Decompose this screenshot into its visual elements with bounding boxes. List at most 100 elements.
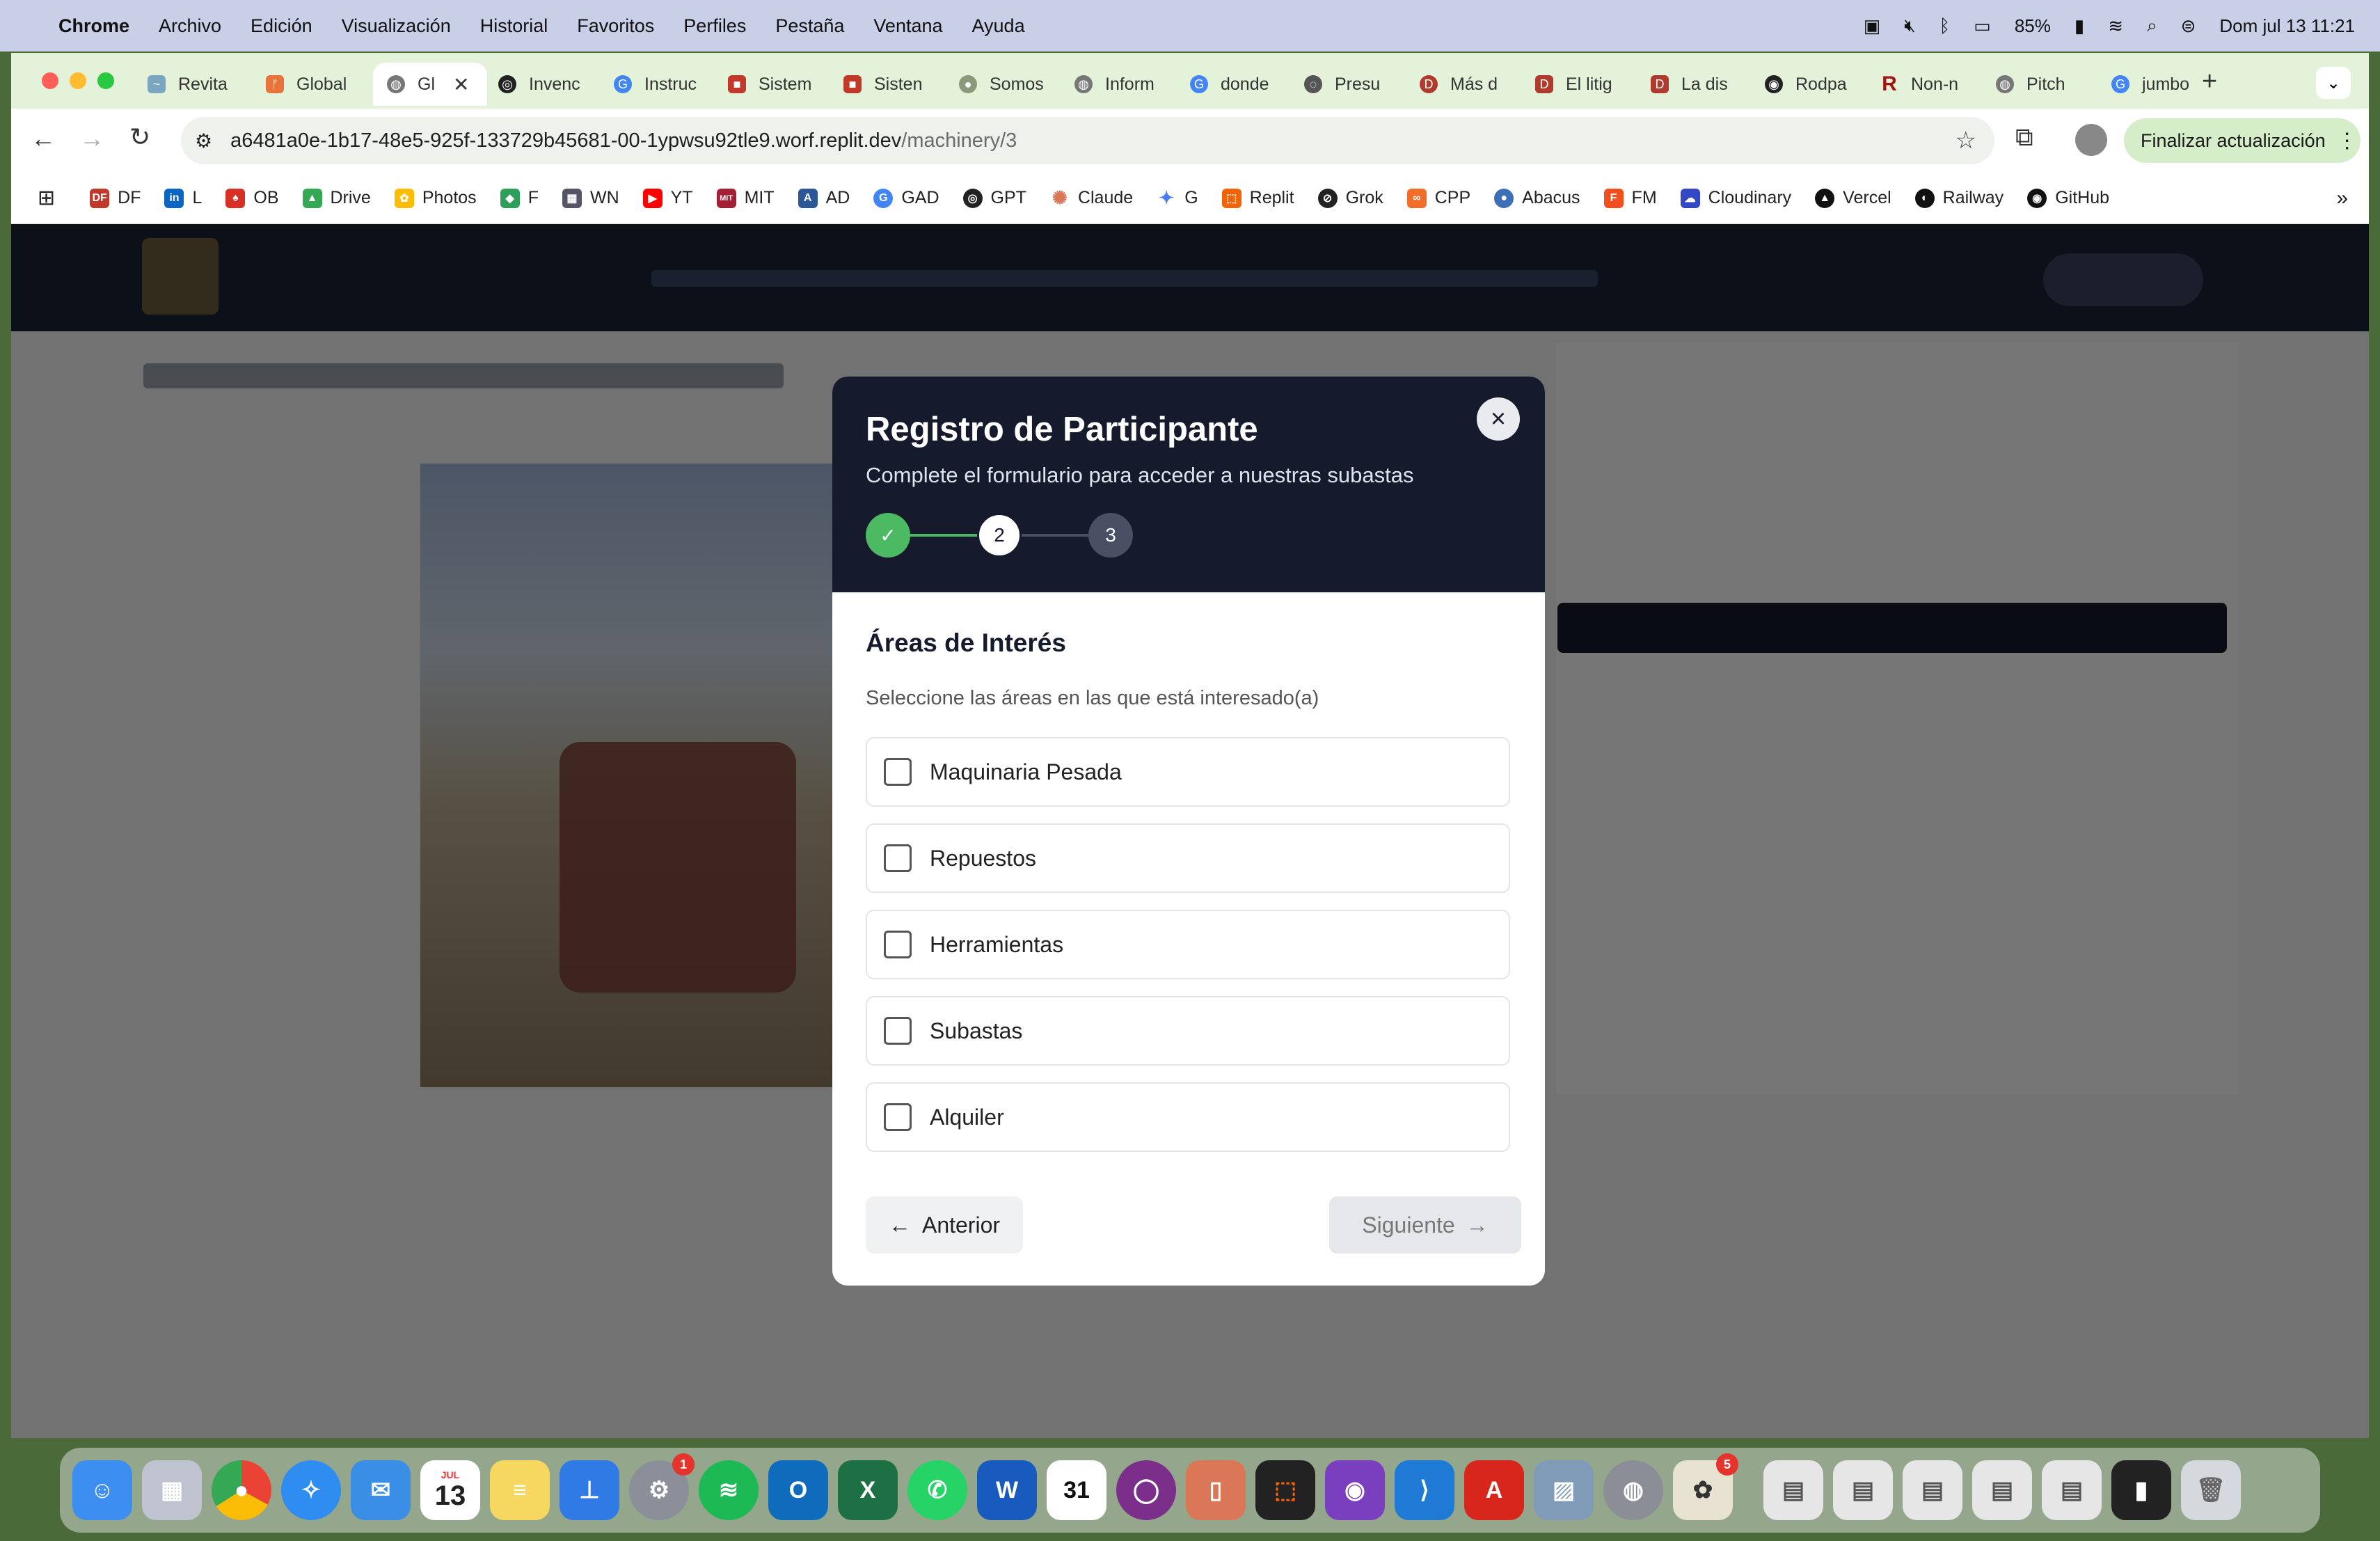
bookmark-ob[interactable]: ♠ OB xyxy=(225,188,279,208)
bookmark-mit[interactable]: MIT MIT xyxy=(716,188,775,208)
bookmark-ad[interactable]: A AD xyxy=(798,188,850,208)
display-icon[interactable]: ▭ xyxy=(1974,15,1991,37)
forward-icon[interactable]: → xyxy=(79,124,104,153)
zoom-window-button[interactable] xyxy=(97,72,114,89)
battery-percent[interactable]: 85% xyxy=(2015,15,2051,37)
checkbox[interactable] xyxy=(884,1103,912,1131)
back-icon[interactable]: ← xyxy=(31,124,56,153)
calendar-31-icon[interactable]: 31 xyxy=(1047,1460,1106,1520)
bookmark-railway[interactable]: ◐ Railway xyxy=(1914,188,2004,208)
checkbox[interactable] xyxy=(884,931,912,958)
tab[interactable]: Gjumbo xyxy=(2111,63,2189,106)
outlook-icon[interactable]: O xyxy=(768,1460,828,1520)
tab-active[interactable]: ◍ Gl ✕ xyxy=(373,63,487,106)
tab[interactable]: D La dis xyxy=(1651,63,1728,106)
menu-app-name[interactable]: Chrome xyxy=(58,15,129,37)
tab[interactable]: R Non-n xyxy=(1880,63,1958,106)
bookmark-df[interactable]: DF DF xyxy=(90,188,141,208)
tab[interactable]: ~ Revita xyxy=(148,63,228,106)
tab[interactable]: Gdonde xyxy=(1190,63,1269,106)
bookmark-f[interactable]: ◆ F xyxy=(500,188,539,208)
tab[interactable]: G Instruc xyxy=(614,63,697,106)
bookmark-linkedin[interactable]: in L xyxy=(164,188,202,208)
menu-item-perfiles[interactable]: Perfiles xyxy=(683,15,746,37)
option-herramientas[interactable]: Herramientas xyxy=(866,910,1510,979)
previous-button[interactable]: ← Anterior xyxy=(866,1196,1023,1254)
tab-search-chevron-icon[interactable]: ⌄ xyxy=(2316,67,2351,99)
more-menu-icon[interactable]: ⋮ xyxy=(2337,129,2358,153)
bookmark-gemini[interactable]: ✦ G xyxy=(1157,187,1198,208)
bookmark-abacus[interactable]: ● Abacus xyxy=(1494,188,1580,208)
tab[interactable]: D El litig xyxy=(1535,63,1612,106)
tab[interactable]: ᚠ Global xyxy=(266,63,347,106)
doc-thumbnail-icon[interactable]: ▤ xyxy=(1903,1460,1962,1520)
bookmark-star-icon[interactable]: ☆ xyxy=(1955,127,1976,155)
tab[interactable]: ■ Sisten xyxy=(843,63,922,106)
word-icon[interactable]: W xyxy=(977,1460,1037,1520)
tab[interactable]: ◎ Invenc xyxy=(498,63,580,106)
bookmark-gpt[interactable]: ◎ GPT xyxy=(962,188,1026,208)
preview-icon[interactable]: ▨ xyxy=(1534,1460,1594,1520)
trash-icon[interactable]: 🗑︎ xyxy=(2181,1460,2241,1520)
menu-item-ventana[interactable]: Ventana xyxy=(873,15,942,37)
bookmark-yt[interactable]: ▶ YT xyxy=(642,188,693,208)
bookmark-cpp[interactable]: ∞ CPP xyxy=(1406,188,1470,208)
launchpad-icon[interactable]: ▦ xyxy=(142,1460,202,1520)
option-repuestos[interactable]: Repuestos xyxy=(866,823,1510,893)
whatsapp-icon[interactable]: ✆ xyxy=(907,1460,967,1520)
checkbox[interactable] xyxy=(884,1017,912,1045)
vscode-icon[interactable]: ⟩ xyxy=(1395,1460,1454,1520)
menu-item-pestana[interactable]: Pestaña xyxy=(775,15,844,37)
tab[interactable]: ■ Sistem xyxy=(728,63,811,106)
tab[interactable]: ● Somos xyxy=(959,63,1044,106)
bookmark-claude[interactable]: ✺ Claude xyxy=(1050,187,1133,208)
close-window-button[interactable] xyxy=(42,72,58,89)
menu-item-archivo[interactable]: Archivo xyxy=(159,15,221,37)
avatar[interactable] xyxy=(2075,124,2107,156)
search-icon[interactable]: ⌕ xyxy=(2147,15,2157,37)
menu-item-visualizacion[interactable]: Visualización xyxy=(342,15,451,37)
new-tab-icon[interactable]: + xyxy=(2202,67,2217,97)
bookmark-replit[interactable]: ⬚ Replit xyxy=(1221,188,1294,208)
finder-icon[interactable]: ☺ xyxy=(72,1460,132,1520)
menu-item-historial[interactable]: Historial xyxy=(480,15,548,37)
site-settings-icon[interactable]: ⚙ xyxy=(195,129,212,152)
doc-thumbnail-icon[interactable]: ▤ xyxy=(1763,1460,1823,1520)
notes-icon[interactable]: ≡ xyxy=(490,1460,550,1520)
mail-icon[interactable]: ✉ xyxy=(351,1460,411,1520)
ios-app-pro-icon[interactable]: ◍ xyxy=(1603,1460,1663,1520)
menu-item-ayuda[interactable]: Ayuda xyxy=(972,15,1025,37)
phone-mirroring-icon[interactable]: ▯ xyxy=(1186,1460,1246,1520)
minimize-window-button[interactable] xyxy=(70,72,86,89)
calendar-icon[interactable]: JUL 13 xyxy=(420,1460,480,1520)
tiles-app-icon[interactable]: ⬚ xyxy=(1255,1460,1315,1520)
menu-item-edicion[interactable]: Edición xyxy=(251,15,312,37)
extensions-icon[interactable]: ⧉ xyxy=(2015,123,2033,152)
doc-thumbnail-icon[interactable]: ▤ xyxy=(2042,1460,2102,1520)
bookmark-grok[interactable]: ⊘ Grok xyxy=(1317,188,1383,208)
github-desktop-icon[interactable]: ◉ xyxy=(1325,1460,1385,1520)
tab[interactable]: ◉ Rodpa xyxy=(1765,63,1847,106)
excel-icon[interactable]: X xyxy=(838,1460,898,1520)
close-tab-icon[interactable]: ✕ xyxy=(453,73,469,96)
apps-grid-icon[interactable]: ⊞ xyxy=(38,186,55,210)
airplay-icon[interactable]: ▣ xyxy=(1864,15,1881,37)
tab[interactable]: ◌ Presu xyxy=(1304,63,1380,106)
tab[interactable]: ◍ Inform xyxy=(1074,63,1155,106)
bookmark-drive[interactable]: ▲ Drive xyxy=(302,188,371,208)
address-bar[interactable]: ⚙ a6481a0e-1b17-48e5-925f-133729b45681-0… xyxy=(181,117,1994,164)
option-subastas[interactable]: Subastas xyxy=(866,996,1510,1066)
app-store-icon[interactable]: ✿ 5 xyxy=(1673,1453,1738,1520)
bookmark-cloudinary[interactable]: ☁ Cloudinary xyxy=(1680,188,1791,208)
more-bookmarks-icon[interactable]: » xyxy=(2336,187,2348,210)
menu-item-favoritos[interactable]: Favoritos xyxy=(577,15,654,37)
keynote-icon[interactable]: ⊥ xyxy=(560,1460,619,1520)
bookmark-github[interactable]: ◉ GitHub xyxy=(2027,188,2109,208)
safari-icon[interactable]: ✧ xyxy=(281,1460,341,1520)
option-maquinaria-pesada[interactable]: Maquinaria Pesada xyxy=(866,737,1510,807)
reload-icon[interactable]: ↻ xyxy=(129,123,150,152)
spotify-icon[interactable]: ≋ xyxy=(699,1460,759,1520)
bookmark-photos[interactable]: ✿ Photos xyxy=(394,188,477,208)
circle-app-icon[interactable]: ◯ xyxy=(1116,1460,1176,1520)
doc-thumbnail-icon[interactable]: ▤ xyxy=(1972,1460,2032,1520)
